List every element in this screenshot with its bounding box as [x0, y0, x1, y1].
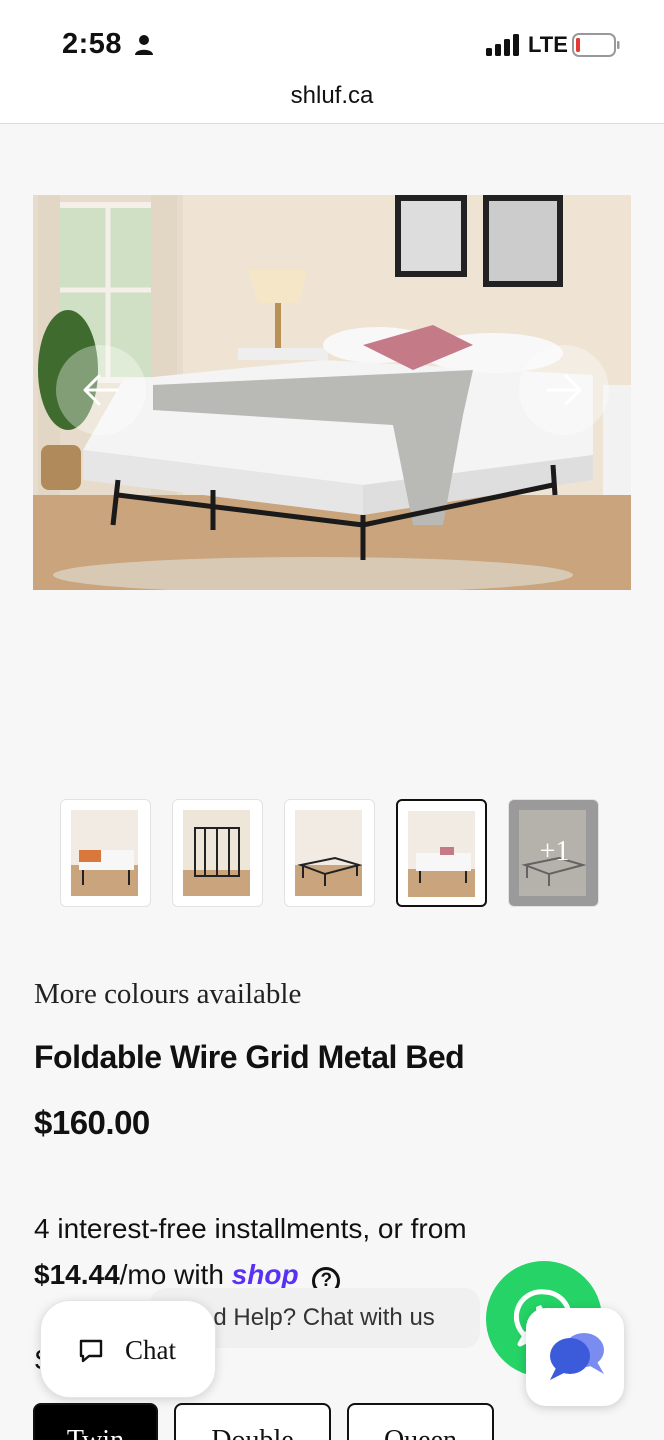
product-title: Foldable Wire Grid Metal Bed	[34, 1039, 465, 1075]
chat-bubble-icon	[79, 1339, 103, 1363]
size-option-double[interactable]: Double	[174, 1403, 331, 1440]
signal-icon	[486, 34, 519, 56]
size-option-twin[interactable]: Twin	[33, 1403, 158, 1440]
size-option-queen[interactable]: Queen	[347, 1403, 494, 1440]
thumbnail-more[interactable]: +1	[508, 799, 599, 907]
address-bar[interactable]: shluf.ca	[0, 78, 664, 124]
person-icon	[135, 35, 153, 55]
thumbnail-image	[71, 810, 138, 896]
thumbnail-2[interactable]	[172, 799, 263, 907]
thumbnail-image	[183, 810, 250, 896]
url-text: shluf.ca	[290, 82, 374, 109]
colours-note: More colours available	[34, 978, 302, 1010]
network-type: LTE	[528, 32, 568, 57]
arrow-left-icon	[83, 374, 119, 406]
previous-image-button[interactable]	[56, 345, 146, 435]
status-bar: 2:58 LTE	[0, 0, 664, 80]
shop-pay-logo: shop	[231, 1259, 299, 1290]
thumbnail-4[interactable]	[396, 799, 487, 907]
product-price: $160.00	[34, 1104, 150, 1141]
thumbnail-1[interactable]	[60, 799, 151, 907]
more-images-count: +1	[539, 836, 570, 867]
next-image-button[interactable]	[519, 345, 609, 435]
battery-icon	[572, 33, 620, 57]
clock: 2:58	[62, 28, 123, 60]
thumbnail-image	[408, 811, 475, 897]
installment-suffix: /mo with	[119, 1259, 224, 1290]
live-chat-widget-button[interactable]	[526, 1308, 624, 1406]
help-chat-text[interactable]: ed Help? Chat with us	[200, 1304, 435, 1332]
installments-prefix: 4 interest-free installments, or from	[34, 1213, 467, 1244]
installment-amount: $14.44	[34, 1259, 120, 1290]
chat-label: Chat	[125, 1335, 176, 1365]
thumbnail-image	[295, 810, 362, 896]
chat-bubbles-icon	[550, 1333, 604, 1380]
arrow-right-icon	[546, 374, 582, 406]
chat-button[interactable]: Chat	[40, 1300, 216, 1398]
thumbnail-3[interactable]	[284, 799, 375, 907]
